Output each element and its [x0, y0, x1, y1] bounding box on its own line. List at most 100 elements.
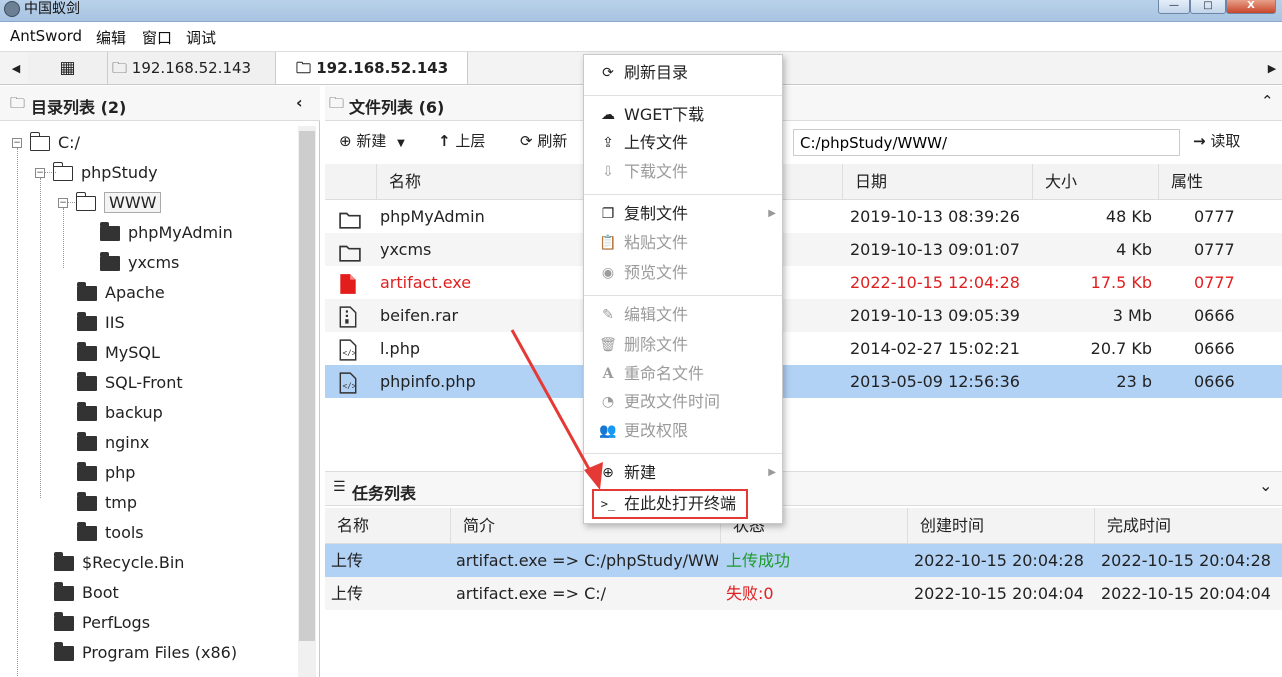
tree-node-yxcms[interactable]: yxcms: [100, 249, 179, 277]
task-created: 2022-10-15 20:04:04: [914, 584, 1084, 603]
submenu-arrow-icon: ▶: [768, 467, 776, 478]
up-level-button[interactable]: ↑ 上层: [438, 130, 485, 151]
minimize-button[interactable]: —: [1158, 0, 1190, 14]
window-title: 中国蚁剑: [24, 1, 80, 17]
menu-wget-download[interactable]: ☁ WGET下载: [584, 101, 782, 129]
refresh-icon: ⟳: [602, 65, 614, 81]
menu-change-file-time[interactable]: ◔ 更改文件时间: [584, 388, 782, 416]
chevron-up-icon[interactable]: ⌃: [1261, 92, 1274, 110]
file-row[interactable]: artifact.exe 2022-10-15 12:04:28 17.5 Kb 07…: [325, 266, 1282, 299]
file-size: 48 Kb: [1105, 207, 1152, 226]
task-desc: artifact.exe => C:/phpStudy/WWW/: [456, 551, 718, 570]
maximize-button[interactable]: □: [1190, 0, 1226, 14]
code-file-icon: </>: [339, 339, 359, 361]
directory-tree: − − − C:/ phpStudy WWW phpMyAdmin yxcms …: [8, 126, 298, 677]
column-size[interactable]: 大小: [1033, 164, 1159, 200]
menu-preview-file[interactable]: ◉ 预览文件: [584, 259, 782, 287]
menu-rename-file[interactable]: A 重命名文件: [584, 360, 782, 388]
tree-node-program-files-x86[interactable]: Program Files (x86): [54, 639, 237, 667]
tree-node-www[interactable]: WWW: [75, 189, 162, 217]
archive-file-icon: [339, 306, 359, 328]
directory-panel: 🗀 目录列表 (2) ‹ − − − C:/ phpStudy WWW phpM…: [0, 86, 320, 677]
tree-node-tools[interactable]: tools: [77, 519, 144, 547]
eye-icon: ◉: [601, 265, 615, 281]
tree-node-recycle-bin[interactable]: $Recycle.Bin: [54, 549, 184, 577]
task-column-finished[interactable]: 完成时间: [1095, 508, 1282, 544]
task-column-created[interactable]: 创建时间: [908, 508, 1095, 544]
folder-icon: [54, 642, 74, 661]
path-input[interactable]: [793, 129, 1180, 156]
file-name: artifact.exe: [380, 273, 472, 292]
menu-download-file[interactable]: ⇩ 下载文件: [584, 158, 782, 186]
svg-text:</>: </>: [343, 349, 357, 358]
new-button[interactable]: ⊕ 新建 ▼: [339, 130, 405, 151]
tree-node-mysql[interactable]: MySQL: [77, 339, 160, 367]
list-icon: ☰: [333, 479, 346, 495]
tree-node-backup[interactable]: backup: [77, 399, 163, 427]
tree-node-apache[interactable]: Apache: [77, 279, 165, 307]
task-column-name[interactable]: 名称: [325, 508, 451, 544]
tree-collapse-toggle[interactable]: −: [58, 198, 68, 208]
folder-icon: [77, 492, 97, 511]
tab-shell-1[interactable]: 🗀 192.168.52.143 ✕: [108, 52, 276, 108]
tree-node-c[interactable]: C:/: [29, 129, 80, 157]
file-permission: 0666: [1194, 339, 1235, 358]
tree-node-boot[interactable]: Boot: [54, 579, 119, 607]
menu-antsword[interactable]: AntSword: [10, 27, 82, 45]
tree-node-iis[interactable]: IIS: [77, 309, 125, 337]
file-row[interactable]: beifen.rar 2019-10-13 09:05:39 3 Mb 0666: [325, 299, 1282, 332]
read-button[interactable]: → 读取: [1193, 130, 1240, 151]
file-date: 2019-10-13 08:39:26: [850, 207, 1020, 226]
column-date[interactable]: 日期: [843, 164, 1033, 200]
tree-node-php[interactable]: php: [77, 459, 135, 487]
menu-refresh-directory[interactable]: ⟳ 刷新目录: [584, 59, 782, 87]
menu-edit[interactable]: 编辑: [96, 27, 126, 48]
task-table-header: 名称 简介 状态 创建时间 完成时间: [325, 508, 1282, 544]
tab-label: 192.168.52.143: [316, 59, 449, 77]
task-panel-header: ☰ 任务列表 ⌄: [325, 471, 1282, 506]
tree-collapse-toggle[interactable]: −: [12, 138, 22, 148]
menu-new[interactable]: ⊕ 新建 ▶: [584, 459, 782, 487]
menu-delete-file[interactable]: 🗑 删除文件: [584, 331, 782, 359]
file-size: 17.5 Kb: [1090, 273, 1152, 292]
task-row[interactable]: 上传 artifact.exe => C:/phpStudy/WWW/上传成功 20…: [325, 544, 1282, 577]
tree-node-sql-front[interactable]: SQL-Front: [77, 369, 183, 397]
menu-copy-file[interactable]: ❐ 复制文件 ▶: [584, 200, 782, 228]
file-date: 2022-10-15 12:04:28: [850, 273, 1020, 292]
file-row[interactable]: yxcms 2019-10-13 09:01:07 4 Kb 0777: [325, 233, 1282, 266]
file-row[interactable]: </> phpinfo.php 2013-05-09 12:56:36 23 b 066…: [325, 365, 1282, 398]
file-name: phpMyAdmin: [380, 207, 485, 226]
tree-node-phpstudy[interactable]: phpStudy: [52, 159, 158, 187]
tab-home[interactable]: ▦: [28, 52, 108, 84]
tab-shell-2[interactable]: 🗀 192.168.52.143 ✕: [276, 52, 468, 108]
file-name: yxcms: [380, 240, 432, 259]
folder-icon: [54, 582, 74, 601]
edit-icon: ✎: [602, 307, 614, 323]
task-row[interactable]: 上传 artifact.exe => C:/ 失败:0 2022-10-15 20:0…: [325, 577, 1282, 610]
tree-scrollbar-thumb[interactable]: [299, 131, 315, 641]
file-row[interactable]: phpMyAdmin 2019-10-13 08:39:26 48 Kb 0777: [325, 200, 1282, 233]
menu-change-permissions[interactable]: 👥 更改权限: [584, 417, 782, 445]
collapse-panel-icon[interactable]: ‹: [296, 93, 303, 112]
tree-collapse-toggle[interactable]: −: [35, 168, 45, 178]
menu-upload-file[interactable]: ⇪ 上传文件: [584, 129, 782, 157]
tab-scroll-right-icon[interactable]: ▶: [1260, 52, 1282, 85]
chevron-down-icon[interactable]: ⌄: [1259, 476, 1272, 495]
menu-edit-file[interactable]: ✎ 编辑文件: [584, 301, 782, 329]
folder-open-icon: [29, 132, 50, 151]
column-permission[interactable]: 属性: [1159, 164, 1282, 200]
menu-debug[interactable]: 调试: [186, 27, 216, 48]
refresh-button[interactable]: ⟳ 刷新: [520, 130, 567, 151]
tree-node-perflogs[interactable]: PerfLogs: [54, 609, 150, 637]
menu-paste-file[interactable]: 📋 粘贴文件: [584, 229, 782, 257]
menu-window[interactable]: 窗口: [142, 27, 172, 48]
task-name: 上传: [331, 551, 364, 570]
tree-node-nginx[interactable]: nginx: [77, 429, 149, 457]
file-row[interactable]: </> l.php 2014-02-27 15:02:21 20.7 Kb 0666: [325, 332, 1282, 365]
close-button[interactable]: X: [1226, 0, 1276, 14]
tab-scroll-left-icon[interactable]: ◀: [4, 52, 28, 85]
task-status: 上传成功: [726, 551, 791, 570]
trash-icon: 🗑: [599, 337, 617, 353]
tree-node-tmp[interactable]: tmp: [77, 489, 137, 517]
tree-node-phpmyadmin[interactable]: phpMyAdmin: [100, 219, 233, 247]
